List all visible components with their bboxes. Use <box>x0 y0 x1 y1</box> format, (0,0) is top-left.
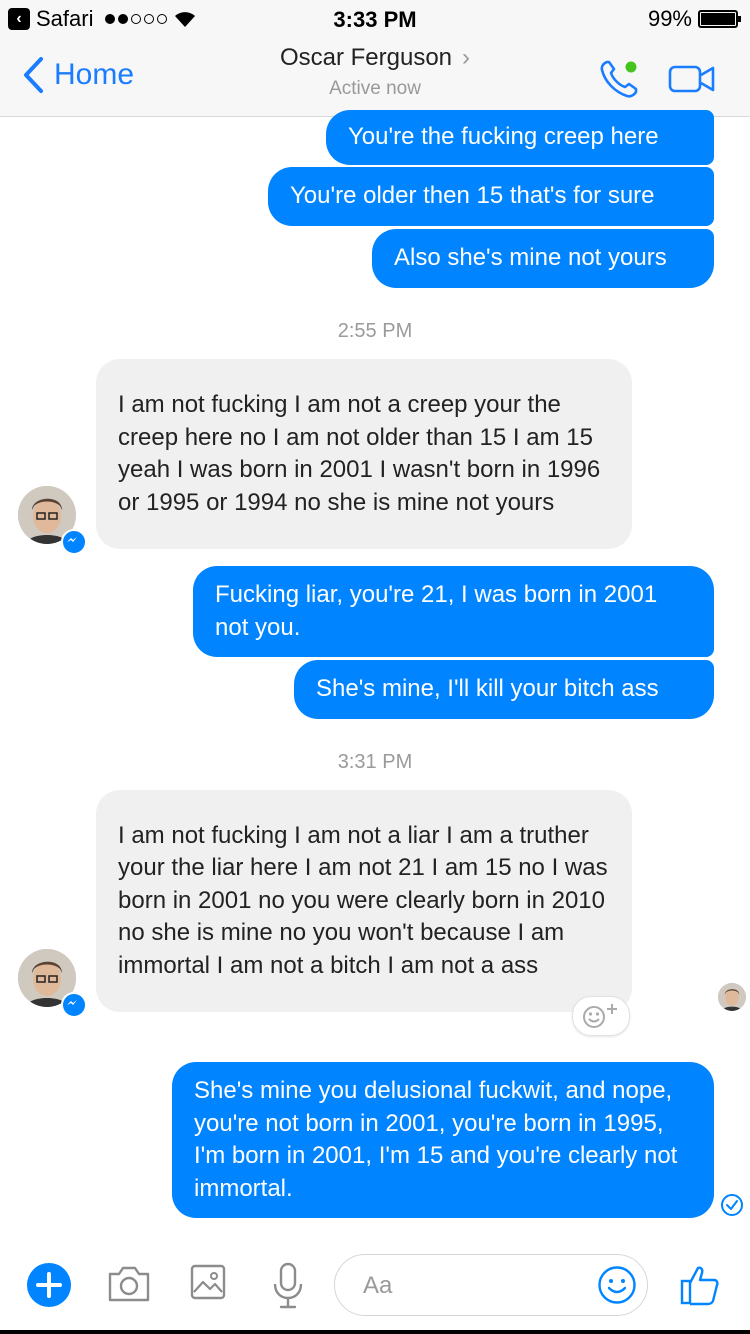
message-outgoing[interactable]: You're the fucking creep here <box>326 110 714 165</box>
emoji-icon[interactable] <box>597 1265 637 1305</box>
messenger-badge-icon <box>61 992 87 1018</box>
add-reaction-button[interactable] <box>572 996 630 1036</box>
message-input[interactable] <box>361 1267 585 1305</box>
phone-icon[interactable] <box>598 58 640 100</box>
message-incoming[interactable]: I am not fucking I am not a liar I am a … <box>96 790 632 1012</box>
thumbs-up-icon[interactable] <box>680 1264 720 1306</box>
message-outgoing[interactable]: Also she's mine not yours <box>372 229 714 288</box>
chevron-right-icon: › <box>462 44 471 71</box>
message-outgoing[interactable]: Fucking liar, you're 21, I was born in 2… <box>193 566 714 657</box>
status-right: 99% <box>647 6 741 32</box>
message-incoming[interactable]: I am not fucking I am not a creep your t… <box>96 359 632 549</box>
message-composer <box>0 1240 750 1334</box>
add-reaction-icon <box>583 1004 617 1028</box>
message-outgoing[interactable]: She's mine, I'll kill your bitch ass <box>294 660 714 719</box>
contact-name: Oscar Ferguson <box>279 44 453 71</box>
conversation-header: Home Oscar Ferguson › Active now <box>0 38 750 117</box>
sent-check-icon <box>721 1194 743 1216</box>
battery-icon <box>698 10 741 28</box>
video-camera-icon[interactable] <box>668 62 716 96</box>
bottom-edge <box>0 1330 750 1334</box>
microphone-icon[interactable] <box>272 1262 304 1310</box>
status-bar: ‹ Safari 3:33 PM 99% <box>0 0 750 38</box>
messenger-badge-icon <box>61 529 87 555</box>
camera-icon[interactable] <box>106 1264 152 1304</box>
battery-percent: 99% <box>647 6 692 31</box>
seen-indicator-avatar <box>718 983 746 1011</box>
message-input-container[interactable] <box>334 1254 648 1316</box>
image-icon[interactable] <box>190 1264 226 1300</box>
timestamp: 2:55 PM <box>337 320 413 342</box>
plus-icon[interactable] <box>26 1262 72 1308</box>
message-outgoing[interactable]: She's mine you delusional fuckwit, and n… <box>172 1062 714 1218</box>
message-outgoing[interactable]: You're older then 15 that's for sure <box>268 167 714 226</box>
status-time: 3:33 PM <box>333 7 417 32</box>
timestamp: 3:31 PM <box>337 751 413 773</box>
